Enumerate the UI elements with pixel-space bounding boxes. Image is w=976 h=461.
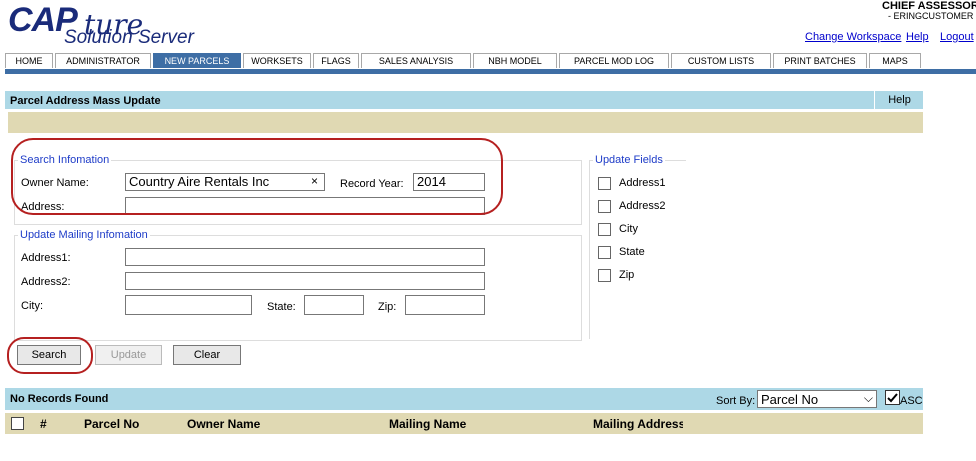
nav-tab-new-parcels[interactable]: NEW PARCELS [153,53,241,68]
zip-input[interactable] [405,295,485,315]
update-field-address2-checkbox[interactable] [598,200,611,213]
checkmark-icon [887,393,898,403]
address1-label: Address1: [21,252,71,264]
nav-tab-worksets[interactable]: WORKSETS [243,53,311,68]
results-status: No Records Found [10,393,109,405]
nav-underline [5,69,976,74]
nav-tab-parcel-mod-log[interactable]: PARCEL MOD LOG [559,53,669,68]
nav-tab-home[interactable]: HOME [5,53,53,68]
user-workspace: - ERINGCUSTOMER [888,11,974,21]
column-header-owner-name[interactable]: Owner Name [187,417,260,431]
highlight-oval-search-button [7,337,93,374]
nav-tab-nbh-model[interactable]: NBH MODEL [473,53,557,68]
state-input[interactable] [304,295,364,315]
column-header-mailing-name[interactable]: Mailing Name [389,417,466,431]
update-button[interactable]: Update [95,345,162,365]
update-field-zip-checkbox[interactable] [598,269,611,282]
highlight-oval-search-info [11,138,503,215]
state-label: State: [267,301,296,313]
select-all-checkbox[interactable] [11,417,24,430]
column-header-mailing-address[interactable]: Mailing Address [593,417,683,431]
update-mailing-legend: Update Mailing Infomation [18,229,150,241]
column-header-parcel-no[interactable]: Parcel No [84,417,139,431]
update-field-state-label: State [619,246,645,258]
address2-label: Address2: [21,276,71,288]
city-label: City: [21,300,43,312]
address1-input[interactable] [125,248,485,266]
sort-by-label: Sort By: [716,395,756,407]
update-field-city-checkbox[interactable] [598,223,611,236]
panel-toolbar [8,112,923,133]
panel-help-button[interactable]: Help [874,91,924,109]
asc-label: ASC [900,395,923,407]
change-workspace-link[interactable]: Change Workspace [805,31,901,43]
nav-tab-administrator[interactable]: ADMINISTRATOR [55,53,151,68]
update-field-address1-checkbox[interactable] [598,177,611,190]
update-fields-legend: Update Fields [593,154,665,166]
page-title: Parcel Address Mass Update [10,95,161,107]
sort-by-value: Parcel No [761,392,819,407]
nav-tab-print-batches[interactable]: PRINT BATCHES [773,53,867,68]
nav-tab-flags[interactable]: FLAGS [313,53,359,68]
address2-input[interactable] [125,272,485,290]
nav-tab-sales-analysis[interactable]: SALES ANALYSIS [361,53,471,68]
update-field-address2-label: Address2 [619,200,666,212]
column-header-number: # [40,417,47,431]
nav-tab-maps[interactable]: MAPS [869,53,921,68]
logout-link[interactable]: Logout [940,31,974,43]
asc-checkbox[interactable] [885,390,900,405]
main-nav: HOME ADMINISTRATOR NEW PARCELS WORKSETS … [5,53,923,69]
logo-subtitle: Solution Server [64,27,194,48]
update-field-zip-label: Zip [619,269,635,281]
update-field-state-checkbox[interactable] [598,246,611,259]
chevron-down-icon: ⌵ [863,391,873,405]
clear-button[interactable]: Clear [173,345,241,365]
sort-by-select[interactable]: Parcel No ⌵ [757,390,877,408]
update-field-city-label: City [619,223,638,235]
city-input[interactable] [125,295,252,315]
zip-label: Zip: [378,301,397,313]
update-field-address1-label: Address1 [619,177,666,189]
help-link[interactable]: Help [906,31,929,43]
nav-tab-custom-lists[interactable]: CUSTOM LISTS [671,53,771,68]
